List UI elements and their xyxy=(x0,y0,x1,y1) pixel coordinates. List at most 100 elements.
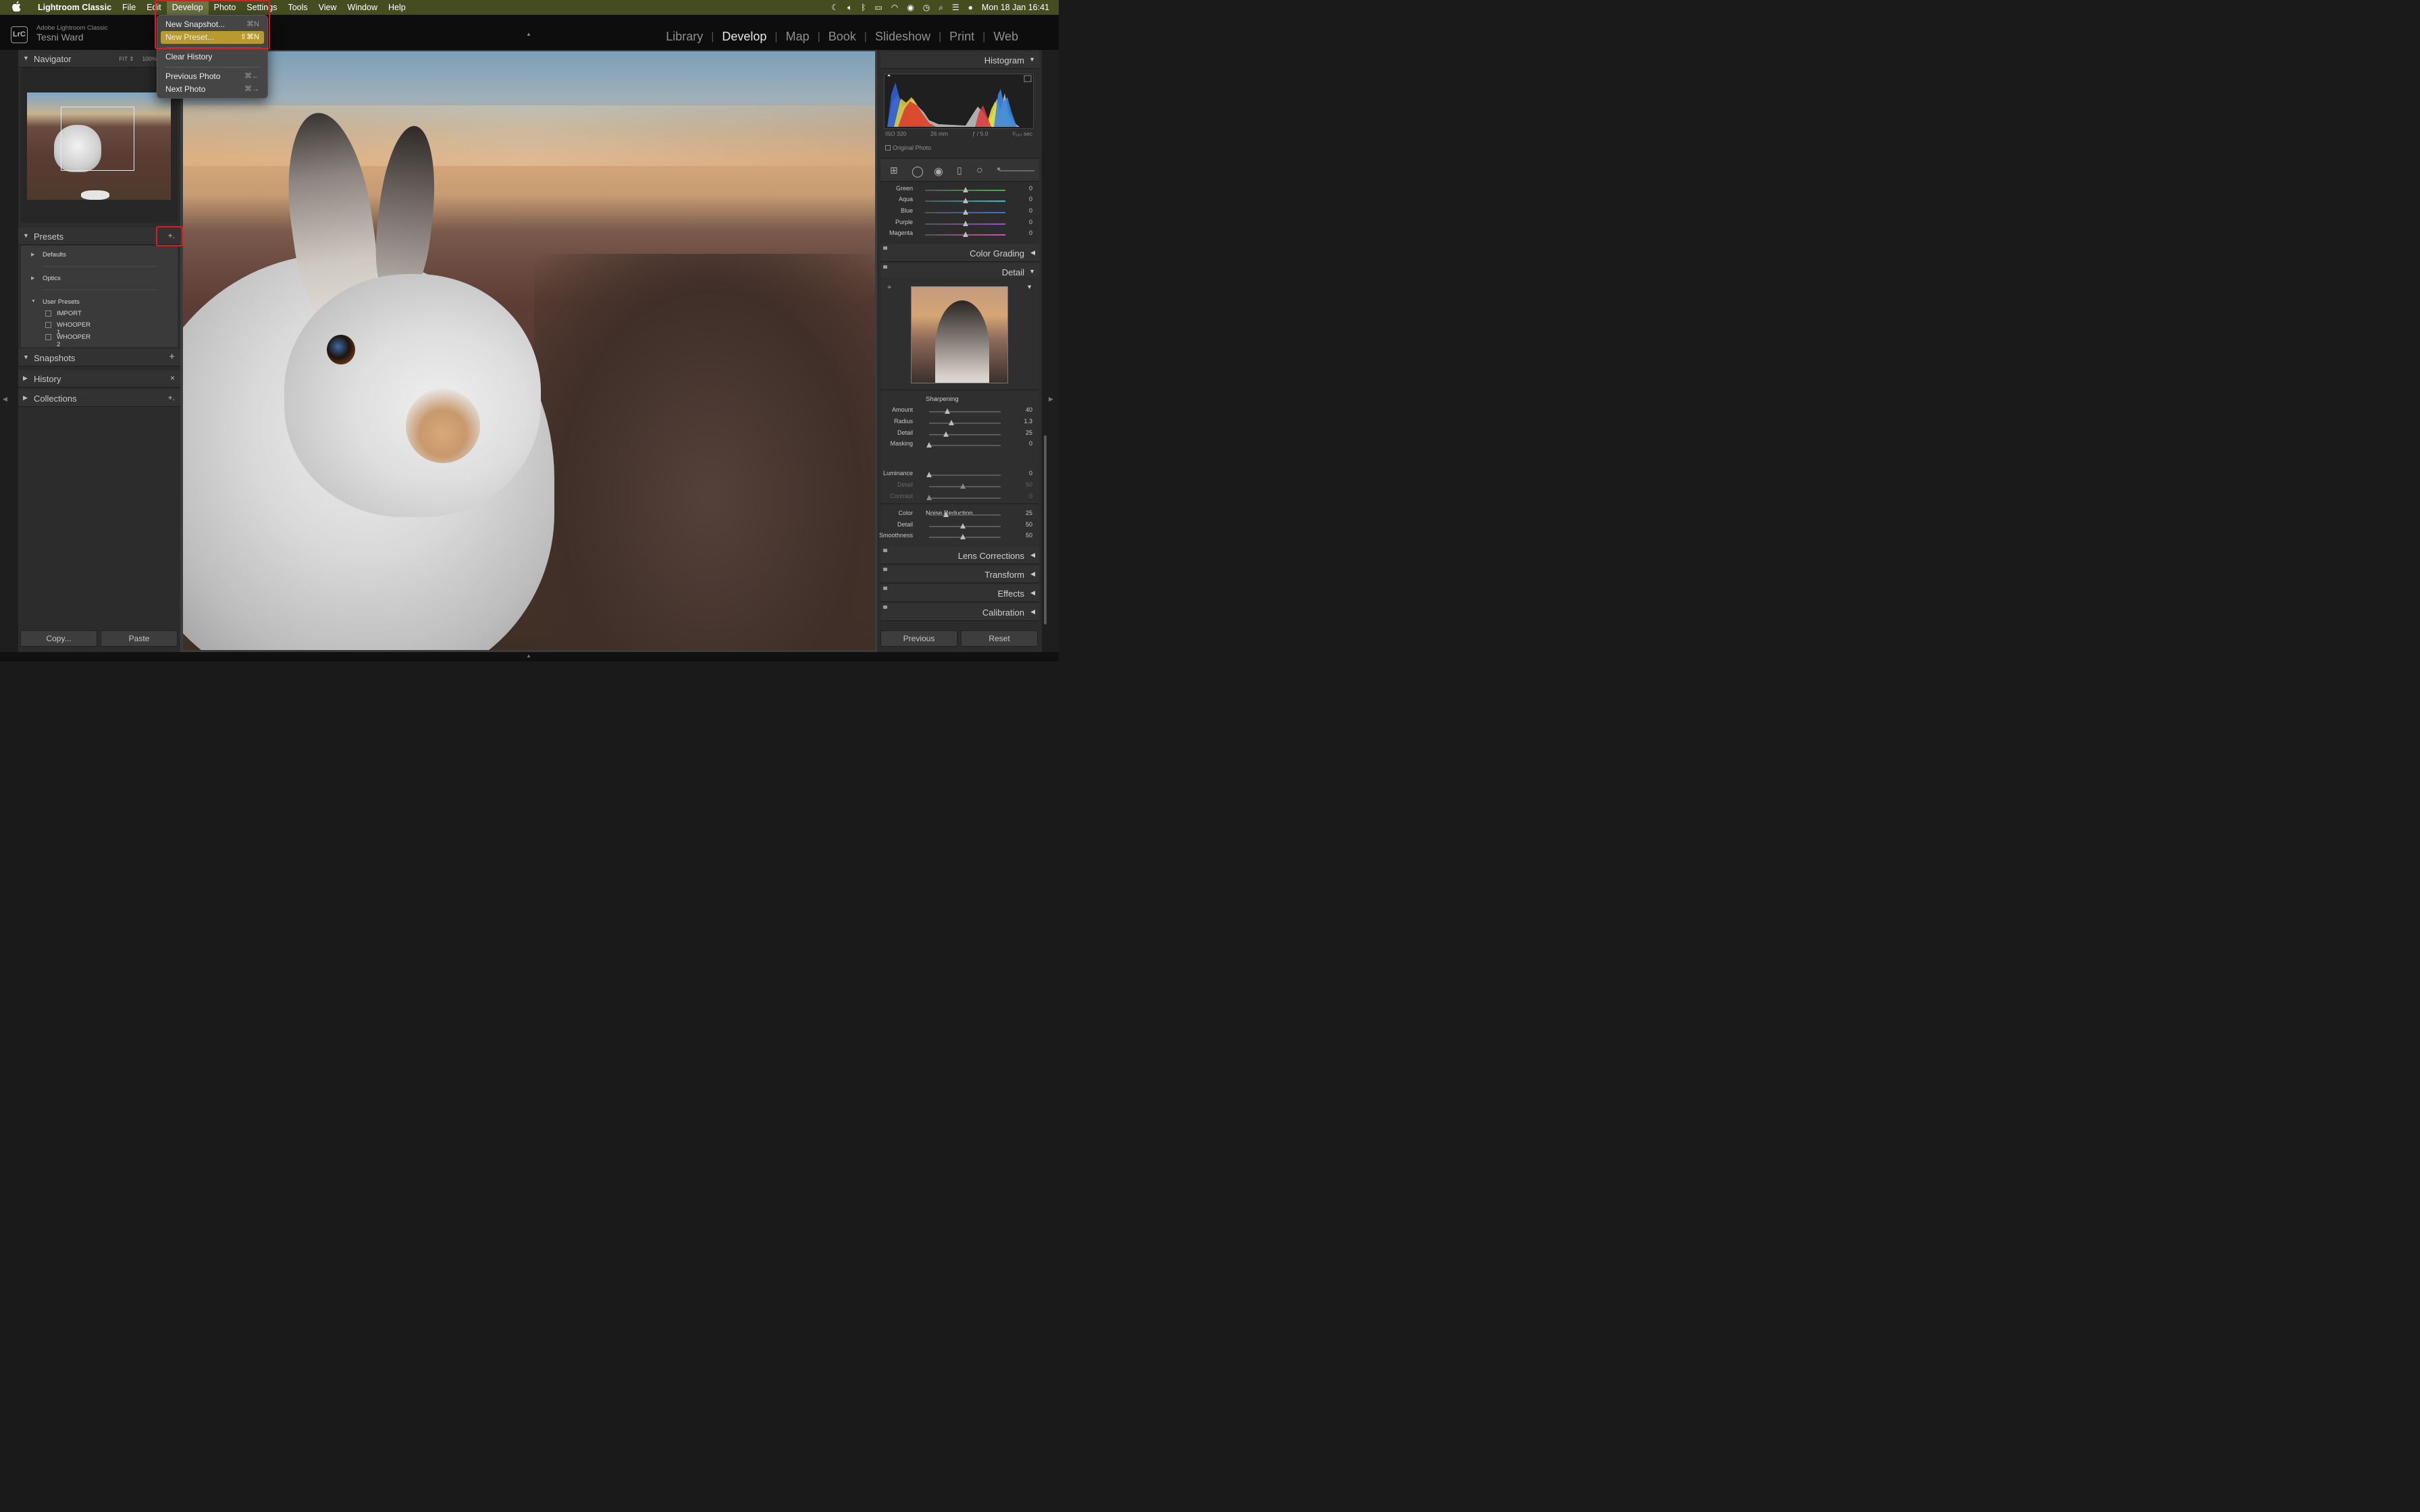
left-panel-edge[interactable]: ◀ xyxy=(0,50,18,652)
panel-switch-icon[interactable] xyxy=(883,587,887,590)
slider-thumb-icon[interactable] xyxy=(963,209,968,215)
healing-icon[interactable]: ◯ xyxy=(912,165,924,178)
slider-value[interactable]: 40 xyxy=(1026,406,1032,413)
apple-icon[interactable] xyxy=(12,1,23,14)
slider-thumb-icon[interactable] xyxy=(943,512,949,517)
slider-thumb-icon[interactable] xyxy=(943,431,949,437)
menu-window[interactable]: Window xyxy=(342,0,383,15)
checkbox-icon[interactable] xyxy=(885,145,891,151)
hsl-slider-row[interactable]: Magenta 0 xyxy=(880,230,1039,240)
slider-thumb-icon[interactable] xyxy=(949,420,954,425)
menu-view[interactable]: View xyxy=(313,0,342,15)
slider-thumb-icon[interactable] xyxy=(945,408,950,414)
slider-value[interactable]: 1.3 xyxy=(1024,418,1032,425)
effects-header[interactable]: Effects ◀ xyxy=(880,585,1039,602)
detail-slider-row[interactable]: Luminance 0 xyxy=(880,470,1039,481)
slider-value[interactable]: 50 xyxy=(1026,521,1032,528)
module-web[interactable]: Web xyxy=(985,30,1026,44)
lens-corrections-header[interactable]: Lens Corrections ◀ xyxy=(880,547,1039,564)
right-panel-scrollbar[interactable] xyxy=(1044,435,1047,624)
masking-icon[interactable]: ▯ xyxy=(957,165,962,176)
calibration-header[interactable]: Calibration ◀ xyxy=(880,603,1039,621)
detail-slider-row[interactable]: Color 25 xyxy=(880,510,1039,520)
volume-icon[interactable]: 🔈︎ xyxy=(847,3,852,13)
menu-item-clear-history[interactable]: Clear History xyxy=(161,51,264,63)
original-photo-checkbox[interactable]: Original Photo xyxy=(885,144,931,151)
radial-filter-icon[interactable]: ○ xyxy=(976,165,983,177)
image-canvas[interactable] xyxy=(180,50,877,652)
slider-thumb-icon[interactable] xyxy=(963,232,968,237)
triangle-down-icon[interactable]: ▼ xyxy=(1026,284,1032,290)
detail-zoom-preview[interactable] xyxy=(911,286,1008,383)
detail-slider-row[interactable]: Detail 25 xyxy=(880,429,1039,440)
history-header[interactable]: ▶ History × xyxy=(18,370,180,387)
panel-switch-icon[interactable] xyxy=(883,549,887,552)
slider-track[interactable] xyxy=(929,411,1001,412)
add-collection-icon[interactable]: +. xyxy=(168,393,175,402)
hsl-value[interactable]: 0 xyxy=(1029,230,1032,236)
slider-track[interactable] xyxy=(929,434,1001,435)
search-icon[interactable]: ⌕ xyxy=(939,3,943,13)
slider-knob-icon[interactable]: ● xyxy=(997,165,1001,173)
filmstrip-toggle-bar[interactable]: ▲ xyxy=(0,652,1059,662)
top-panel-toggle-icon[interactable]: ▲ xyxy=(526,31,531,37)
histogram-header[interactable]: Histogram ▼ xyxy=(880,51,1039,69)
slider-value[interactable]: 0 xyxy=(1029,470,1032,477)
panel-switch-icon[interactable] xyxy=(883,246,887,250)
menu-item-previous-photo[interactable]: Previous Photo ⌘← xyxy=(161,70,264,83)
menu-item-next-photo[interactable]: Next Photo ⌘→ xyxy=(161,83,264,96)
clear-history-icon[interactable]: × xyxy=(170,373,175,383)
preset-group-defaults[interactable]: ▶ Defaults xyxy=(21,250,178,261)
transform-header[interactable]: Transform ◀ xyxy=(880,566,1039,583)
detail-slider-row[interactable]: Contrast 0 xyxy=(880,493,1039,504)
hsl-slider-row[interactable]: Aqua 0 xyxy=(880,196,1039,207)
redeye-icon[interactable]: ◉ xyxy=(934,165,943,178)
panel-switch-icon[interactable] xyxy=(883,265,887,269)
hsl-value[interactable]: 0 xyxy=(1029,207,1032,214)
slider-track[interactable] xyxy=(929,445,1001,446)
reset-button[interactable]: Reset xyxy=(961,630,1038,647)
module-slideshow[interactable]: Slideshow xyxy=(867,30,939,44)
slider-value[interactable]: 50 xyxy=(1026,532,1032,539)
hsl-value[interactable]: 0 xyxy=(1029,185,1032,192)
preset-group-user-presets[interactable]: ▼ User Presets xyxy=(21,297,178,308)
collections-header[interactable]: ▶ Collections +. xyxy=(18,389,180,407)
slider-value[interactable]: 0 xyxy=(1029,493,1032,500)
collapse-right-icon[interactable]: ▶ xyxy=(1049,396,1053,403)
module-print[interactable]: Print xyxy=(941,30,982,44)
menu-help[interactable]: Help xyxy=(383,0,411,15)
hsl-slider-row[interactable]: Green 0 xyxy=(880,185,1039,196)
navigator-header[interactable]: ▼ Navigator FIT ⇕ 100% 2 xyxy=(18,50,180,68)
collapse-left-icon[interactable]: ◀ xyxy=(3,396,7,403)
menubar-datetime[interactable]: Mon 18 Jan 16:41 xyxy=(982,3,1049,12)
hsl-slider-row[interactable]: Purple 0 xyxy=(880,219,1039,230)
module-develop[interactable]: Develop xyxy=(714,30,774,44)
navigator-zoom-100[interactable]: 100% xyxy=(142,55,157,63)
detail-slider-row[interactable]: Detail 50 xyxy=(880,481,1039,492)
slider-thumb-icon[interactable] xyxy=(963,187,968,192)
slider-track[interactable] xyxy=(929,423,1001,424)
color-grading-header[interactable]: Color Grading ◀ xyxy=(880,244,1039,262)
slider-value[interactable]: 50 xyxy=(1026,481,1032,488)
slider-track[interactable] xyxy=(929,514,1001,516)
slider-thumb-icon[interactable] xyxy=(963,221,968,226)
bluetooth-icon[interactable]: ᛒ xyxy=(861,3,866,12)
navigator-view-box[interactable] xyxy=(61,107,134,171)
histogram-graph[interactable] xyxy=(884,74,1034,129)
slider-thumb-icon[interactable] xyxy=(960,534,966,539)
panel-switch-icon[interactable] xyxy=(883,605,887,609)
module-book[interactable]: Book xyxy=(820,30,864,44)
slider-track[interactable] xyxy=(929,475,1001,476)
paste-button[interactable]: Paste xyxy=(101,630,178,647)
control-center-icon[interactable]: ☰ xyxy=(952,3,959,12)
snapshots-header[interactable]: ▼ Snapshots + xyxy=(18,349,180,367)
menu-app-name[interactable]: Lightroom Classic xyxy=(32,0,117,15)
panel-switch-icon[interactable] xyxy=(883,568,887,571)
hsl-slider-row[interactable]: Blue 0 xyxy=(880,207,1039,218)
slider-thumb-icon[interactable] xyxy=(960,523,966,529)
slider-thumb-icon[interactable] xyxy=(926,495,932,500)
slider-value[interactable]: 25 xyxy=(1026,429,1032,436)
battery-icon[interactable]: ▭ xyxy=(874,3,882,12)
previous-button[interactable]: Previous xyxy=(880,630,957,647)
main-photo[interactable] xyxy=(183,51,875,650)
